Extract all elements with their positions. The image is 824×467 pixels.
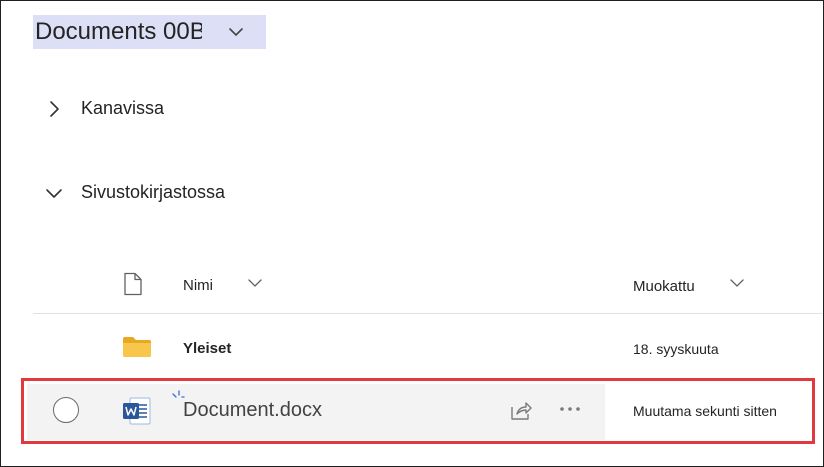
section-label: Sivustokirjastossa xyxy=(81,182,226,202)
section-sivustokirjastossa[interactable]: Sivustokirjastossa xyxy=(44,182,225,203)
document-name[interactable]: Document.docx xyxy=(183,399,322,422)
column-name-header[interactable]: Nimi xyxy=(183,277,213,294)
list-item-document[interactable]: Document.docx Muutama sekunti sitten xyxy=(21,378,815,444)
file-type-icon[interactable] xyxy=(123,272,143,301)
library-title-text: Documents 00B xyxy=(33,15,208,49)
library-title[interactable]: Documents 00B xyxy=(33,15,266,49)
section-kanavissa[interactable]: Kanavissa xyxy=(44,98,164,119)
column-modified-header[interactable]: Muokattu xyxy=(633,278,695,295)
word-document-icon xyxy=(122,397,152,430)
folder-name[interactable]: Yleiset xyxy=(183,340,231,357)
chevron-down-icon[interactable] xyxy=(201,15,266,49)
share-icon[interactable] xyxy=(509,400,533,427)
section-label: Kanavissa xyxy=(81,98,165,118)
column-header-row: Nimi Muokattu xyxy=(0,262,822,312)
chevron-down-icon xyxy=(44,183,64,203)
modified-date: 18. syyskuuta xyxy=(633,341,719,357)
list-item-folder[interactable]: Yleiset 18. syyskuuta xyxy=(0,326,822,372)
chevron-down-icon[interactable] xyxy=(247,275,263,293)
chevron-right-icon xyxy=(44,99,64,119)
modified-date: Muutama sekunti sitten xyxy=(633,403,777,419)
more-options-icon[interactable] xyxy=(559,399,589,419)
header-divider xyxy=(33,313,822,314)
select-checkbox[interactable] xyxy=(53,397,79,423)
folder-icon xyxy=(122,336,152,363)
chevron-down-icon[interactable] xyxy=(729,275,745,293)
